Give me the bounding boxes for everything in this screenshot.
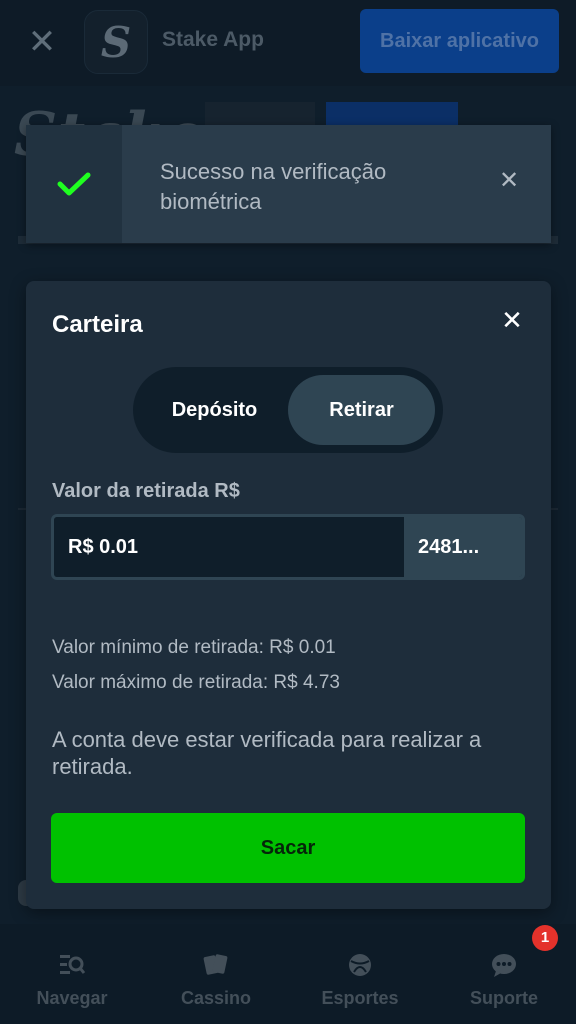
- toast-message: Sucesso na verificação biométrica: [160, 159, 387, 214]
- check-icon: [57, 172, 91, 196]
- nav-label: Suporte: [469, 988, 538, 1008]
- bottom-nav: Navegar Cassino Esportes Suporte: [0, 924, 576, 1024]
- stake-logo-icon: S: [84, 10, 148, 74]
- amount-input[interactable]: R$ 0.01: [54, 517, 404, 577]
- success-toast: Sucesso na verificação biométrica ✕: [26, 125, 551, 243]
- amount-label: Valor da retirada R$: [52, 480, 240, 502]
- tab-deposit[interactable]: Depósito: [141, 375, 288, 445]
- tab-withdraw[interactable]: Retirar: [288, 375, 435, 445]
- nav-label: Cassino: [180, 988, 252, 1008]
- app-name: Stake App: [162, 28, 264, 51]
- nav-item-browse[interactable]: Navegar: [0, 924, 144, 1024]
- nav-label: Navegar: [36, 988, 108, 1008]
- nav-item-casino[interactable]: Cassino: [144, 924, 288, 1024]
- verification-notice: A conta deve estar verificada para reali…: [52, 727, 482, 779]
- toast-icon-box: [26, 125, 122, 243]
- max-withdraw-text: Valor máximo de retirada: R$ 4.73: [52, 672, 340, 693]
- modal-close-icon[interactable]: ✕: [499, 307, 525, 333]
- amount-field: R$ 0.01 2481...: [51, 514, 525, 580]
- download-app-button[interactable]: Baixar aplicativo: [360, 9, 559, 73]
- notification-badge: 1: [532, 925, 558, 951]
- withdraw-button[interactable]: Sacar: [51, 813, 525, 883]
- close-icon[interactable]: ✕: [24, 24, 60, 60]
- toast-close-icon[interactable]: ✕: [497, 169, 521, 193]
- app-banner: ✕ S Stake App Baixar aplicativo: [0, 0, 576, 86]
- wallet-tabs: Depósito Retirar: [133, 367, 443, 453]
- modal-title: Carteira: [52, 311, 143, 338]
- ball-icon: [349, 954, 371, 976]
- min-withdraw-text: Valor mínimo de retirada: R$ 0.01: [52, 637, 336, 658]
- background-element: [326, 102, 458, 126]
- chat-icon: [492, 954, 516, 977]
- svg-text:S: S: [101, 19, 131, 65]
- cards-icon: [203, 954, 228, 975]
- nav-item-sports[interactable]: Esportes: [288, 924, 432, 1024]
- browse-icon: [60, 955, 86, 974]
- amount-secondary-field[interactable]: 2481...: [404, 517, 522, 577]
- nav-label: Esportes: [321, 988, 399, 1008]
- background-element: [205, 102, 315, 126]
- wallet-modal: Carteira ✕ Depósito Retirar Valor da ret…: [26, 281, 551, 909]
